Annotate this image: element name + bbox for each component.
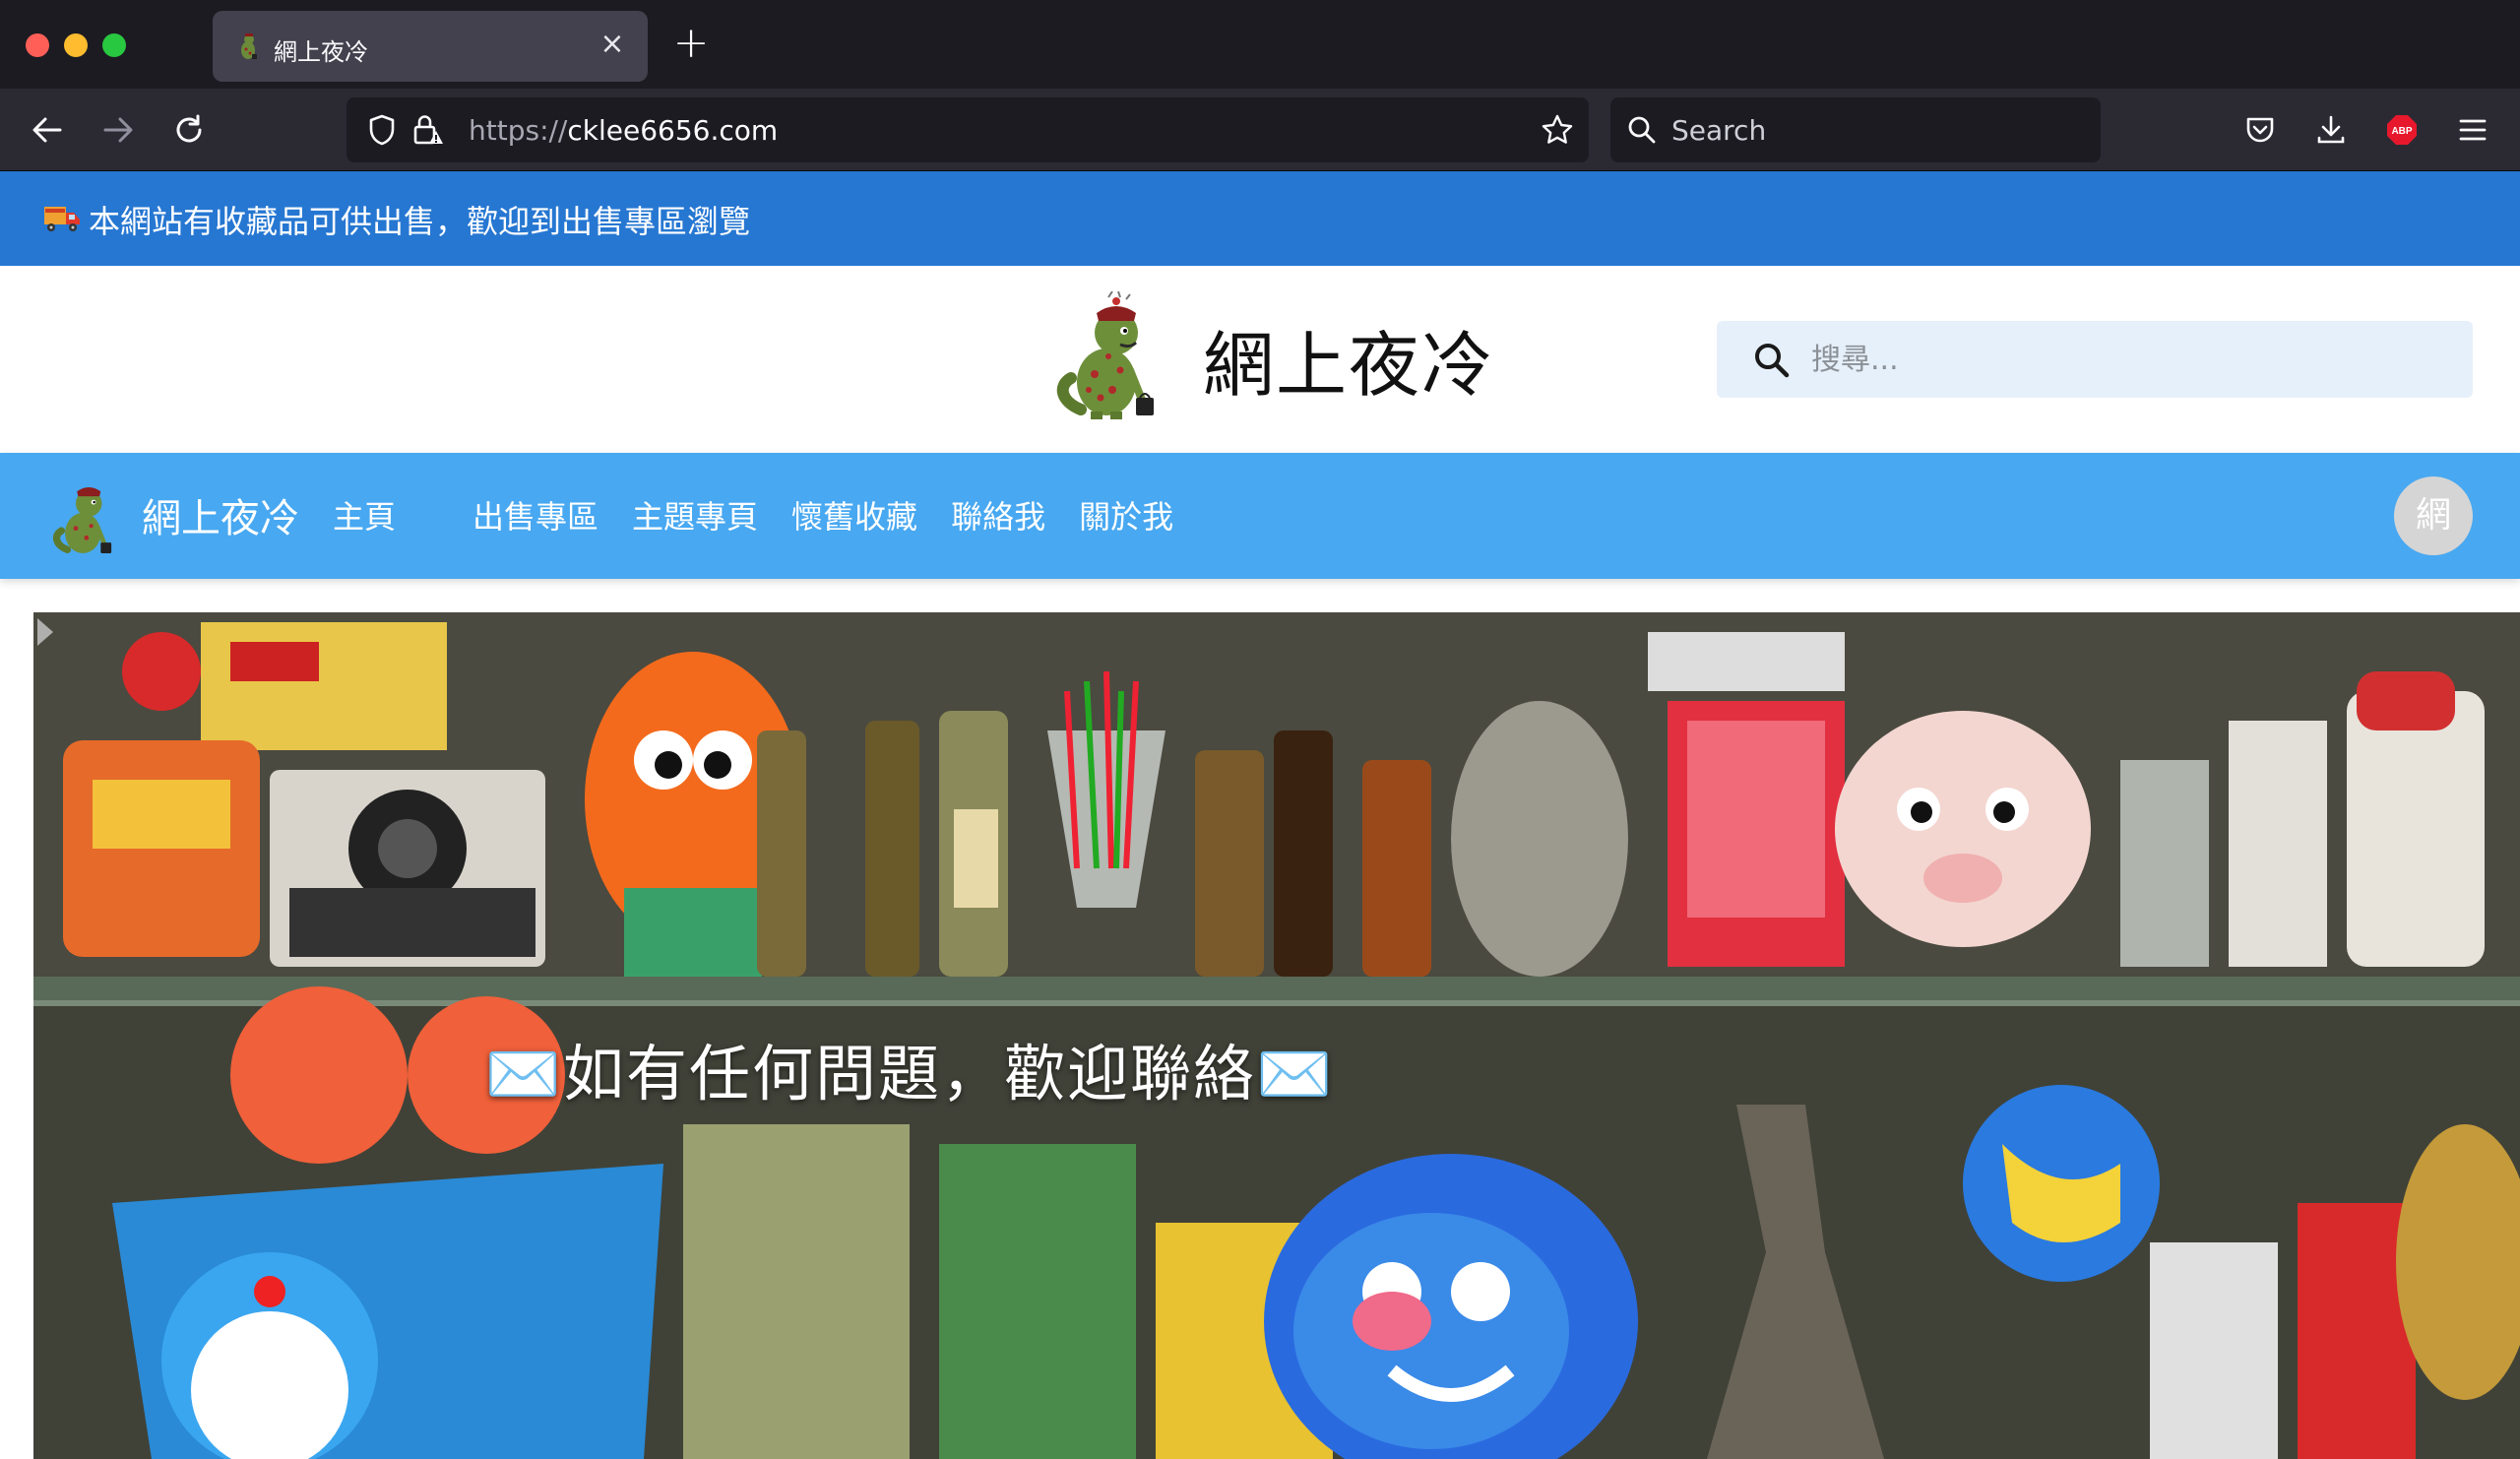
new-tab-button[interactable]: + [669,22,713,65]
hero-slider[interactable]: ✉️如有任何問題，歡迎聯絡✉️ [33,612,2520,1459]
announcement-text[interactable]: 本網站有收藏品可供出售，歡迎到出售專區瀏覽 [89,197,750,242]
truck-icon [44,207,80,231]
dinosaur-mascot-logo[interactable] [1051,291,1167,425]
back-arrow-icon[interactable] [26,108,69,152]
adblock-plus-icon[interactable]: ABP [2380,108,2424,152]
browser-tab-active[interactable]: 網上夜冷 × [213,11,648,82]
nav-item-topics[interactable]: 主題專頁 [632,492,758,538]
browser-search-placeholder: Search [1671,114,1767,147]
tab-title: 網上夜冷 [274,38,368,66]
download-icon[interactable] [2309,108,2353,152]
nav-item-contact[interactable]: 聯絡我 [951,492,1045,538]
nav-item-sale[interactable]: 出售專區 [472,492,598,538]
main-navigation: 網上夜冷 主頁 出售專區 主題專頁 懷舊收藏 聯絡我 關於我 網 [0,453,2520,579]
nav-item-about[interactable]: 關於我 [1079,492,1173,538]
search-icon [1620,108,1664,152]
site-search-input[interactable] [1811,335,2441,384]
nav-item-collection[interactable]: 懷舊收藏 [791,492,917,538]
user-avatar[interactable]: 網 [2394,476,2473,555]
bookmark-star-icon[interactable] [1536,108,1579,152]
slider-next-arrow-icon[interactable] [33,612,57,652]
tab-close-icon[interactable]: × [595,27,630,62]
url-text[interactable]: https://cklee6656.com [469,114,778,147]
site-search-box[interactable] [1717,321,2473,398]
lock-warning-icon[interactable] [406,108,449,152]
site-title[interactable]: 網上夜冷 [1203,307,1494,411]
hero-caption: ✉️如有任何問題，歡迎聯絡✉️ [484,1038,1335,1110]
address-bar[interactable]: https://cklee6656.com [346,97,1589,162]
window-minimize-button[interactable] [64,33,88,57]
forward-arrow-icon[interactable] [96,108,140,152]
browser-tab-strip: 網上夜冷 × + [0,0,2520,89]
hamburger-menu-icon[interactable] [2451,108,2494,152]
url-host: cklee6656.com [567,114,779,147]
nav-links: 主頁 出售專區 主題專頁 懷舊收藏 聯絡我 關於我 [333,492,1207,538]
nav-brand[interactable]: 網上夜冷 [142,486,299,543]
dinosaur-nav-logo[interactable] [49,478,120,559]
tracking-shield-icon[interactable] [360,108,404,152]
abp-label: ABP [2391,126,2412,137]
site-header: 網上夜冷 [0,266,2520,453]
url-scheme: https:// [469,114,568,147]
search-icon [1755,344,1790,378]
window-close-button[interactable] [26,33,49,57]
pocket-icon[interactable] [2238,108,2282,152]
announcement-bar[interactable]: 本網站有收藏品可供出售，歡迎到出售專區瀏覽 [0,171,2520,266]
dinosaur-favicon-icon [241,33,257,59]
browser-search-bar[interactable]: Search [1610,97,2101,162]
window-zoom-button[interactable] [102,33,126,57]
browser-toolbar: https://cklee6656.com Search ABP [0,89,2520,171]
nav-item-home[interactable]: 主頁 [333,492,396,538]
reload-icon[interactable] [167,108,211,152]
